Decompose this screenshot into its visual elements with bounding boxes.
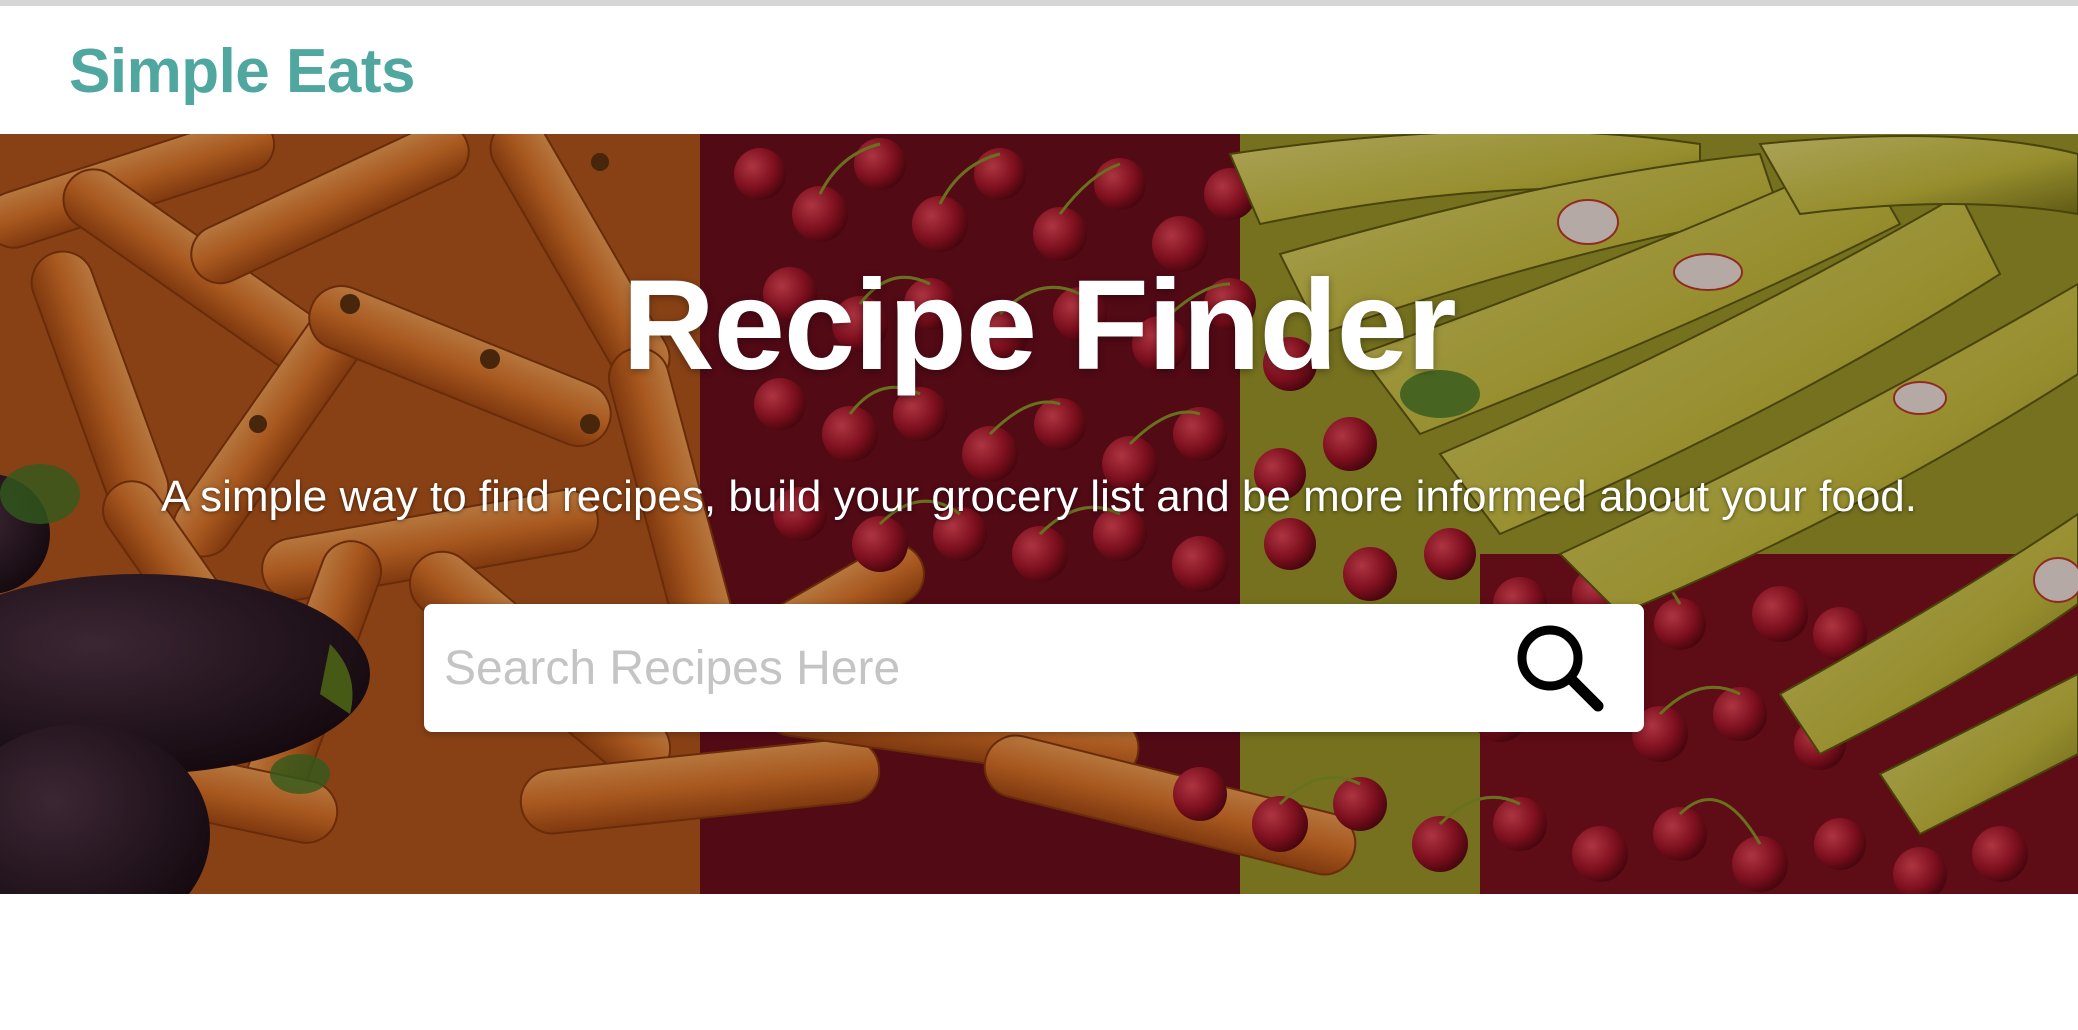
- hero-banner: Recipe Finder A simple way to find recip…: [0, 134, 2078, 894]
- hero-title: Recipe Finder: [622, 254, 1456, 397]
- search-button[interactable]: [1510, 618, 1610, 718]
- brand-logo-link[interactable]: Simple Eats: [69, 36, 415, 107]
- search-bar: [424, 604, 1644, 732]
- search-icon: [1517, 625, 1604, 712]
- navbar: Simple Eats: [0, 6, 2078, 134]
- search-input[interactable]: [444, 604, 1484, 732]
- hero-subtitle: A simple way to find recipes, build your…: [160, 472, 1917, 521]
